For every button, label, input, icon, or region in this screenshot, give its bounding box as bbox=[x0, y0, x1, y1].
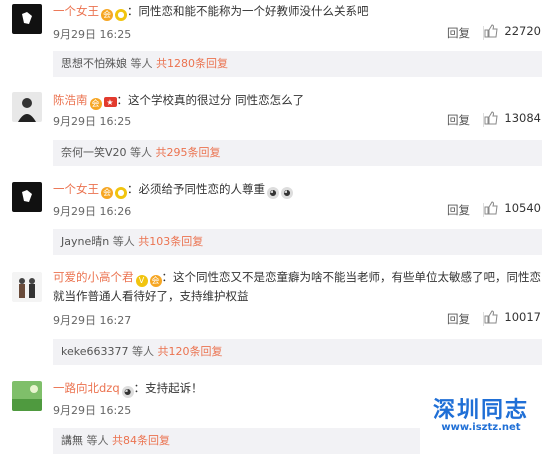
comment-line: 可爱的小高个君 V 会：这个同性恋又不是恋童癖为啥不能当老师，有些单位太敏感了吧，同… bbox=[53, 268, 542, 306]
reply-user[interactable]: 思想不怕殊娘 bbox=[61, 57, 127, 70]
reply-button[interactable]: 回复 bbox=[447, 25, 470, 41]
reply-button[interactable]: 回复 bbox=[447, 112, 470, 128]
thumbs-up-icon bbox=[484, 310, 498, 324]
username[interactable]: 一个女王 bbox=[53, 4, 99, 18]
vip-badge-icon: 会 bbox=[149, 275, 162, 287]
like-count: 10017 bbox=[504, 310, 541, 324]
username[interactable]: 一个女王 bbox=[53, 182, 99, 196]
watermark-url: www.isztz.net bbox=[441, 422, 521, 433]
comment-text: ：支持起诉！ bbox=[133, 381, 203, 395]
username[interactable]: 陈浩南 bbox=[53, 93, 88, 107]
username[interactable]: 一路向北dzq bbox=[53, 381, 120, 395]
verified-v-icon: V bbox=[135, 275, 148, 287]
flag-icon: ★ bbox=[103, 97, 117, 107]
timestamp: 9月29日 16:25 bbox=[53, 28, 132, 41]
watermark: 深圳同志 www.isztz.net bbox=[426, 392, 536, 433]
avatar[interactable] bbox=[12, 182, 42, 212]
timestamp: 9月29日 16:25 bbox=[53, 404, 132, 417]
comment-text: ：这个学校真的很过分 同性恋怎么了 bbox=[116, 93, 305, 107]
reply-user[interactable]: keke663377 bbox=[61, 345, 128, 358]
vip-badge-icon: 会 bbox=[89, 98, 102, 110]
comment-text: ：必须给予同性恋的人尊重 bbox=[127, 182, 265, 196]
reply-user[interactable]: 奈何一笑V20 bbox=[61, 146, 127, 159]
like-count: 22720 bbox=[504, 24, 541, 38]
avatar[interactable] bbox=[12, 381, 42, 411]
comment-line: 一个女王会 ● ：必须给予同性恋的人尊重 ◕ ◕ bbox=[53, 180, 542, 199]
reply-suffix: 等人 bbox=[83, 434, 112, 447]
reply-suffix: 等人 bbox=[127, 57, 156, 70]
reply-preview[interactable]: 講無 等人 共84条回复 bbox=[53, 428, 420, 454]
reply-user[interactable]: Jayne晴n bbox=[61, 235, 109, 248]
timestamp: 9月29日 16:27 bbox=[53, 314, 132, 327]
thumbs-up-icon bbox=[484, 201, 498, 215]
vip-badge-icon: 会 bbox=[101, 9, 113, 21]
reply-button[interactable]: 回复 bbox=[447, 202, 470, 218]
like-count: 10540 bbox=[504, 201, 541, 215]
reply-preview[interactable]: 思想不怕殊娘 等人 共1280条回复 bbox=[53, 51, 542, 77]
reply-count[interactable]: 共120条回复 bbox=[157, 345, 222, 358]
reply-user[interactable]: 講無 bbox=[61, 434, 83, 447]
timestamp: 9月29日 16:25 bbox=[53, 115, 132, 128]
reply-suffix: 等人 bbox=[109, 235, 139, 248]
reply-preview[interactable]: Jayne晴n 等人 共103条回复 bbox=[53, 229, 542, 255]
medal-icon: ● bbox=[115, 9, 127, 21]
comment-text: ：同性恋和能不能称为一个好教师没什么关系吧 bbox=[127, 4, 369, 18]
emoji-icon: ◕ bbox=[267, 187, 279, 199]
avatar[interactable] bbox=[12, 4, 42, 34]
reply-count[interactable]: 共1280条回复 bbox=[156, 57, 228, 70]
username[interactable]: 可爱的小高个君 bbox=[53, 270, 134, 284]
reply-count[interactable]: 共84条回复 bbox=[112, 434, 170, 447]
like-button[interactable]: 10540 bbox=[484, 201, 541, 215]
panda-emoji-icon: ◕ bbox=[121, 386, 134, 398]
reply-count[interactable]: 共295条回复 bbox=[156, 146, 221, 159]
medal-icon: ● bbox=[115, 187, 127, 199]
reply-count[interactable]: 共103条回复 bbox=[138, 235, 203, 248]
watermark-title: 深圳同志 bbox=[432, 398, 529, 423]
like-button[interactable]: 22720 bbox=[484, 24, 541, 38]
reply-suffix: 等人 bbox=[126, 146, 156, 159]
reply-button[interactable]: 回复 bbox=[447, 311, 470, 327]
comment-line: 一个女王会 ● ：同性恋和能不能称为一个好教师没什么关系吧 bbox=[53, 2, 542, 21]
reply-preview[interactable]: 奈何一笑V20 等人 共295条回复 bbox=[53, 140, 542, 166]
like-button[interactable]: 10017 bbox=[484, 310, 541, 324]
emoji-icon: ◕ bbox=[281, 187, 293, 199]
like-button[interactable]: 13084 bbox=[484, 111, 541, 125]
avatar[interactable] bbox=[12, 92, 42, 122]
reply-suffix: 等人 bbox=[128, 345, 158, 358]
avatar[interactable] bbox=[12, 272, 42, 302]
timestamp: 9月29日 16:26 bbox=[53, 205, 132, 218]
thumbs-up-icon bbox=[484, 24, 498, 38]
thumbs-up-icon bbox=[484, 111, 498, 125]
like-count: 13084 bbox=[504, 111, 541, 125]
reply-preview[interactable]: keke663377 等人 共120条回复 bbox=[53, 339, 542, 365]
vip-badge-icon: 会 bbox=[101, 187, 113, 199]
comment-line: 陈浩南会 ★ ：这个学校真的很过分 同性恋怎么了 bbox=[53, 91, 542, 110]
